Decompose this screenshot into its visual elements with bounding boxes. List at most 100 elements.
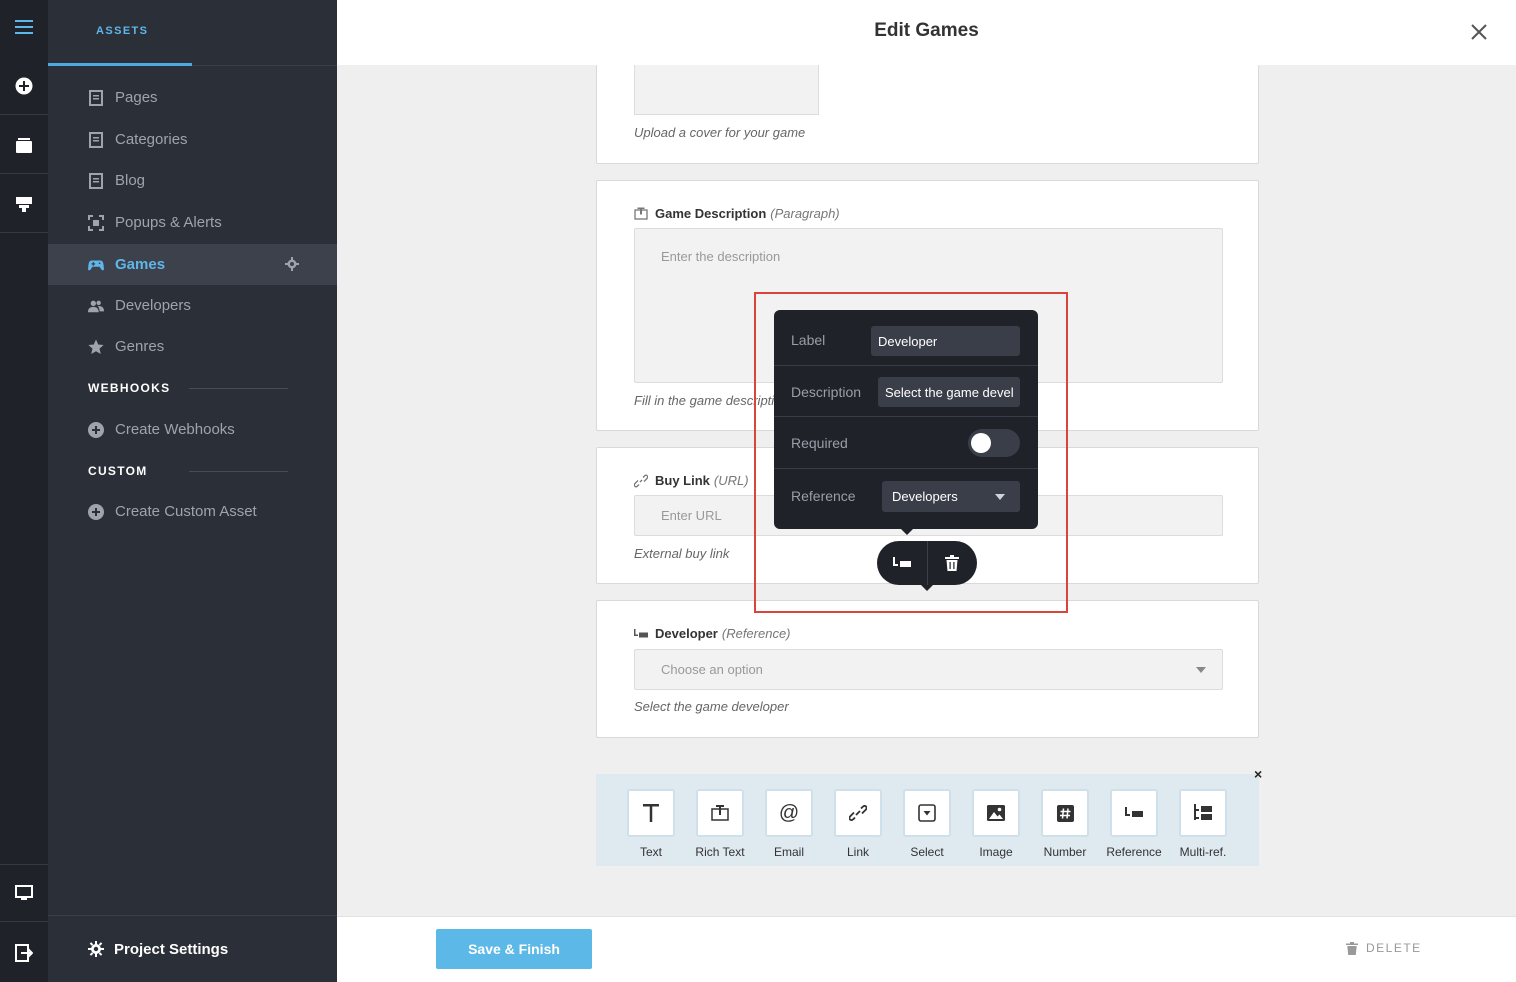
field-type-select[interactable]: Select [903,789,951,859]
layout-icon[interactable] [0,175,48,233]
sidebar-item-blog[interactable]: Blog [48,160,337,201]
sidebar-item-popups[interactable]: Popups & Alerts [48,202,337,243]
tab-underline [48,63,192,66]
developer-card: Developer (Reference) Choose an option S… [596,600,1259,738]
add-icon[interactable] [0,57,48,115]
buy-link-type: (URL) [713,473,749,488]
label-input[interactable]: Developer [871,326,1020,356]
cover-help: Upload a cover for your game [634,125,806,140]
delete-field-button[interactable] [927,541,977,585]
sidebar-item-pages[interactable]: Pages [48,77,337,118]
link-icon [834,789,882,837]
cover-card: Upload a cover for your game [596,65,1259,164]
header-bar: Edit Games [337,0,1516,65]
description-label-text: Game Description [655,206,767,221]
field-type-reference[interactable]: Reference [1106,789,1162,859]
developer-type: (Reference) [721,626,791,641]
sidebar-item-label: Games [115,256,166,273]
field-type-rich-text[interactable]: Rich Text [695,789,745,859]
toggle-knob [971,433,991,453]
reference-select[interactable]: Developers [882,481,1020,512]
tab-assets[interactable]: ASSETS [96,25,148,37]
project-settings-label: Project Settings [114,940,229,958]
archive-icon[interactable] [0,116,48,174]
multi-reference-icon [1179,789,1227,837]
page-icon [88,89,104,106]
popover-row-required: Required [774,417,1038,469]
description-type: (Paragraph) [770,206,840,221]
developer-help: Select the game developer [634,699,789,714]
reference-icon [634,628,648,639]
monitor-icon[interactable] [0,864,48,922]
section-title: CUSTOM [88,464,148,478]
save-finish-button[interactable]: Save & Finish [436,929,592,969]
popup-icon [88,214,104,231]
create-custom-asset-button[interactable]: Create Custom Asset [48,491,337,532]
delete-label: DELETE [1366,941,1422,955]
field-type-palette: Text Rich Text @ Email Link Select Image… [596,774,1259,866]
sidebar-item-label: Blog [115,172,146,189]
field-type-image[interactable]: Image [972,789,1020,859]
link-icon [634,474,648,488]
sidebar-item-developers[interactable]: Developers [48,285,337,326]
field-type-button[interactable] [877,541,927,585]
field-type-text[interactable]: Text [627,789,675,859]
section-divider [189,388,288,389]
reference-icon [1110,789,1158,837]
field-settings-popover: Label Developer Description Select the g… [774,310,1038,535]
palette-close-button[interactable]: × [1254,766,1262,782]
page-icon [88,172,104,189]
page-icon [88,131,104,148]
rich-text-icon [696,789,744,837]
required-toggle[interactable] [968,429,1020,457]
popover-row-label: Label Developer [774,310,1038,366]
buy-link-label: Buy Link (URL) [634,473,749,488]
close-icon[interactable] [1470,23,1488,46]
sidebar-item-label: Categories [115,131,188,148]
field-type-label: Multi-ref. [1179,845,1227,859]
field-type-multi-reference[interactable]: Multi-ref. [1179,789,1227,859]
section-divider [189,471,288,472]
field-type-link[interactable]: Link [834,789,882,859]
sidebar-tabbar: ASSETS [48,0,337,66]
trash-icon [945,555,960,571]
project-settings-button[interactable]: Project Settings [48,915,337,982]
sidebar-item-genres[interactable]: Genres [48,326,337,367]
sidebar-item-games[interactable]: Games [48,244,337,285]
select-icon [903,789,951,837]
add-circle-icon [88,503,104,520]
logout-icon[interactable] [0,924,48,982]
icon-rail [0,0,48,982]
section-webhooks: WEBHOOKS [88,381,288,395]
field-type-email[interactable]: @ Email [765,789,813,859]
description-input[interactable]: Select the game devel [878,377,1020,407]
text-icon [627,789,675,837]
create-webhooks-button[interactable]: Create Webhooks [48,409,337,450]
description-label: Game Description (Paragraph) [634,206,840,221]
chevron-down-icon [995,494,1005,500]
gear-icon[interactable] [285,257,299,275]
section-title: WEBHOOKS [88,381,171,395]
gear-icon [88,941,104,957]
add-circle-icon [88,421,104,438]
field-type-number[interactable]: Number [1041,789,1089,859]
at-icon: @ [765,789,813,837]
hamburger-menu-icon[interactable] [0,0,48,54]
cover-upload-area[interactable] [634,65,819,115]
required-caption: Required [791,435,848,451]
hash-icon [1041,789,1089,837]
section-custom: CUSTOM [88,464,288,478]
sidebar-item-categories[interactable]: Categories [48,119,337,160]
sidebar-item-label: Genres [115,338,165,355]
sidebar-item-label: Pages [115,89,158,106]
paragraph-icon [634,207,648,220]
developer-label: Developer (Reference) [634,626,791,641]
image-icon [972,789,1020,837]
delete-button[interactable]: DELETE [1346,941,1422,955]
trash-icon [1346,941,1358,955]
asset-sidebar: ASSETS Pages Categories Blog Popups & Al… [48,0,337,982]
create-custom-asset-label: Create Custom Asset [115,503,257,520]
buy-link-label-text: Buy Link [655,473,710,488]
developer-select[interactable]: Choose an option [634,649,1223,690]
buy-link-help: External buy link [634,546,730,561]
